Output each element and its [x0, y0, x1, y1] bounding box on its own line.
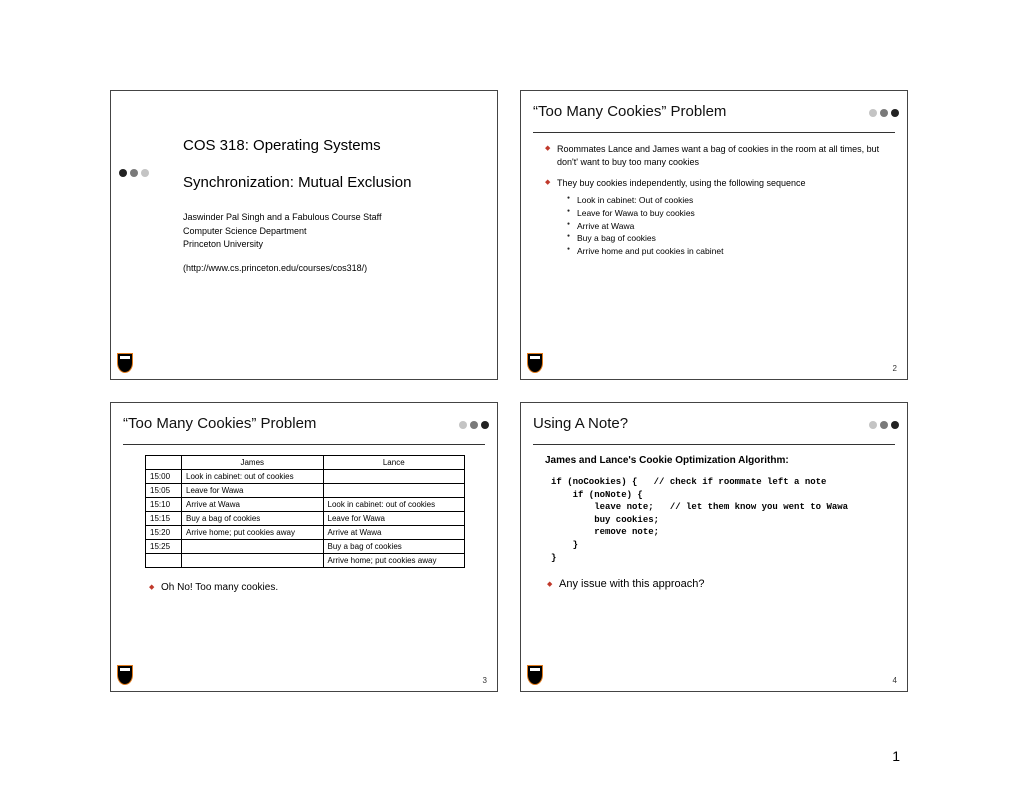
cell — [323, 470, 465, 484]
cell: 15:15 — [146, 512, 182, 526]
bullet-text: They buy cookies independently, using th… — [557, 178, 806, 188]
accent-dots-icon — [869, 421, 899, 429]
princeton-shield-icon — [117, 665, 133, 685]
instructor-line: Jaswinder Pal Singh and a Fabulous Cours… — [183, 211, 463, 225]
slide-page-number: 2 — [893, 364, 897, 373]
table-row: 15:15Buy a bag of cookiesLeave for Wawa — [146, 512, 465, 526]
table-row: 15:10Arrive at WawaLook in cabinet: out … — [146, 498, 465, 512]
cell: 15:25 — [146, 540, 182, 554]
cell: 15:05 — [146, 484, 182, 498]
divider — [533, 444, 895, 445]
slide-title: “Too Many Cookies” Problem — [123, 415, 485, 432]
cell: Arrive home; put cookies away — [323, 554, 465, 568]
bullet: Roommates Lance and James want a bag of … — [545, 143, 895, 169]
cell: Look in cabinet: out of cookies — [323, 498, 465, 512]
col-james: James — [182, 456, 324, 470]
page: COS 318: Operating Systems Synchronizati… — [0, 0, 1020, 788]
divider — [533, 132, 895, 133]
table-row: Arrive home; put cookies away — [146, 554, 465, 568]
slide-title: “Too Many Cookies” Problem — [533, 103, 895, 120]
course-code: COS 318: Operating Systems — [183, 137, 463, 154]
cell: Leave for Wawa — [182, 484, 324, 498]
table-row: 15:25 Buy a bag of cookies — [146, 540, 465, 554]
cell — [182, 554, 324, 568]
princeton-shield-icon — [527, 665, 543, 685]
department-line: Computer Science Department — [183, 225, 463, 239]
slide-3: “Too Many Cookies” Problem James Lance 1… — [110, 402, 498, 692]
sub-bullet: Leave for Wawa to buy cookies — [567, 207, 895, 220]
issue-question: Any issue with this approach? — [547, 578, 895, 590]
cell: 15:00 — [146, 470, 182, 484]
princeton-shield-icon — [117, 353, 133, 373]
slide-4: Using A Note? James and Lance's Cookie O… — [520, 402, 908, 692]
sub-bullet: Buy a bag of cookies — [567, 232, 895, 245]
accent-dots-icon — [869, 109, 899, 117]
slide-page-number: 3 — [483, 676, 487, 685]
sub-bullet: Arrive home and put cookies in cabinet — [567, 245, 895, 258]
slide-1: COS 318: Operating Systems Synchronizati… — [110, 90, 498, 380]
schedule-table: James Lance 15:00Look in cabinet: out of… — [145, 455, 465, 568]
slide-page-number: 4 — [893, 676, 897, 685]
table-row: 15:00Look in cabinet: out of cookies — [146, 470, 465, 484]
course-url: (http://www.cs.princeton.edu/courses/cos… — [183, 262, 463, 276]
algorithm-heading: James and Lance's Cookie Optimization Al… — [545, 455, 895, 466]
sub-bullet: Look in cabinet: Out of cookies — [567, 194, 895, 207]
document-page-number: 1 — [892, 748, 900, 764]
cell: Buy a bag of cookies — [323, 540, 465, 554]
bullet: They buy cookies independently, using th… — [545, 177, 895, 258]
table-header-row: James Lance — [146, 456, 465, 470]
slide-title: Using A Note? — [533, 415, 895, 432]
university-line: Princeton University — [183, 238, 463, 252]
cell — [323, 484, 465, 498]
cell: Buy a bag of cookies — [182, 512, 324, 526]
cell: 15:20 — [146, 526, 182, 540]
code-block: if (noCookies) { // check if roommate le… — [551, 476, 895, 564]
table-row: 15:05Leave for Wawa — [146, 484, 465, 498]
cell: Arrive at Wawa — [182, 498, 324, 512]
cell: Look in cabinet: out of cookies — [182, 470, 324, 484]
cell: Arrive home; put cookies away — [182, 526, 324, 540]
cell: Arrive at Wawa — [323, 526, 465, 540]
divider — [123, 444, 485, 445]
cell: Leave for Wawa — [323, 512, 465, 526]
lecture-subtitle: Synchronization: Mutual Exclusion — [183, 174, 463, 191]
table-row: 15:20Arrive home; put cookies awayArrive… — [146, 526, 465, 540]
col-lance: Lance — [323, 456, 465, 470]
sub-bullet: Arrive at Wawa — [567, 220, 895, 233]
note-line: Oh No! Too many cookies. — [149, 582, 485, 593]
slide-2: “Too Many Cookies” Problem Roommates Lan… — [520, 90, 908, 380]
accent-dots-icon — [459, 421, 489, 429]
accent-dots-icon — [119, 169, 149, 177]
princeton-shield-icon — [527, 353, 543, 373]
cell — [146, 554, 182, 568]
cell: 15:10 — [146, 498, 182, 512]
cell — [182, 540, 324, 554]
